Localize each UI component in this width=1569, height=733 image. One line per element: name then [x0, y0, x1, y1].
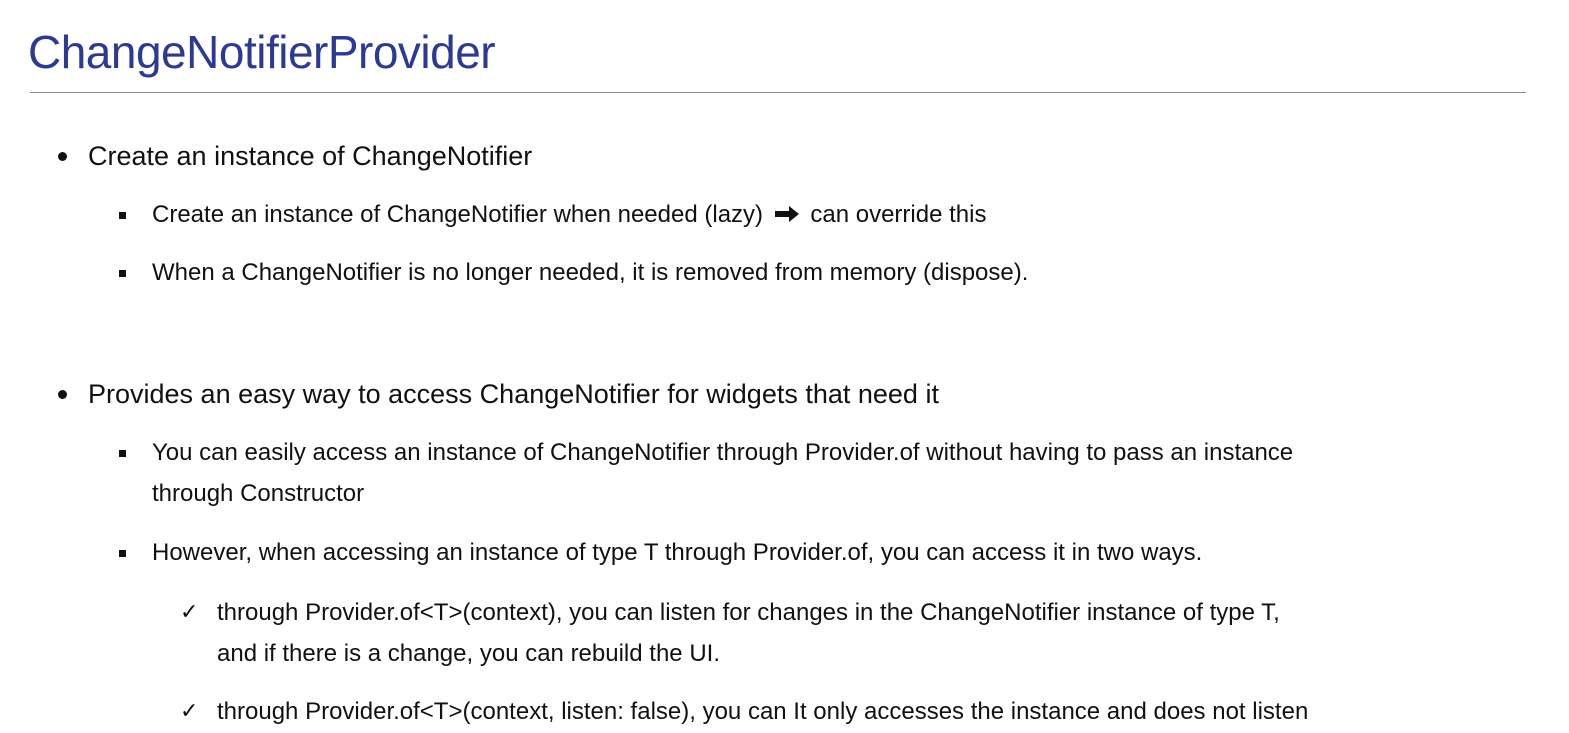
list-item-two-ways: However, when accessing an instance of t… [152, 539, 1203, 566]
check-mark-icon: ✓ [180, 699, 199, 724]
bullet-dot-icon [58, 152, 67, 161]
list-item-provider-of-line-2: through Constructor [152, 480, 365, 507]
list-item-text: can override this [810, 201, 987, 228]
bullet-square-icon [119, 550, 126, 557]
section-heading-create-instance: Create an instance of ChangeNotifier [88, 141, 533, 171]
bullet-square-icon [119, 212, 126, 219]
slide: ChangeNotifierProvider Create an instanc… [0, 0, 1569, 733]
bullet-dot-icon [58, 390, 67, 399]
bullet-square-icon [119, 450, 126, 457]
right-arrow-icon [774, 205, 799, 222]
check-mark-icon: ✓ [180, 600, 199, 625]
slide-title: ChangeNotifierProvider [28, 26, 496, 78]
list-item-provider-of-line-1: You can easily access an instance of Cha… [152, 439, 1294, 466]
list-item-lazy-create: Create an instance of ChangeNotifier whe… [152, 200, 986, 230]
list-item-text: Create an instance of ChangeNotifier whe… [152, 201, 764, 228]
subitem-listen-line-1: through Provider.of<T>(context), you can… [217, 599, 1280, 626]
subitem-listen-line-2: and if there is a change, you can rebuil… [217, 640, 720, 667]
bullet-square-icon [119, 270, 126, 277]
title-divider [30, 92, 1526, 93]
section-heading-easy-access: Provides an easy way to access ChangeNot… [88, 379, 939, 409]
subitem-no-listen-line-1: through Provider.of<T>(context, listen: … [217, 698, 1309, 725]
list-item-dispose: When a ChangeNotifier is no longer neede… [152, 259, 1029, 286]
